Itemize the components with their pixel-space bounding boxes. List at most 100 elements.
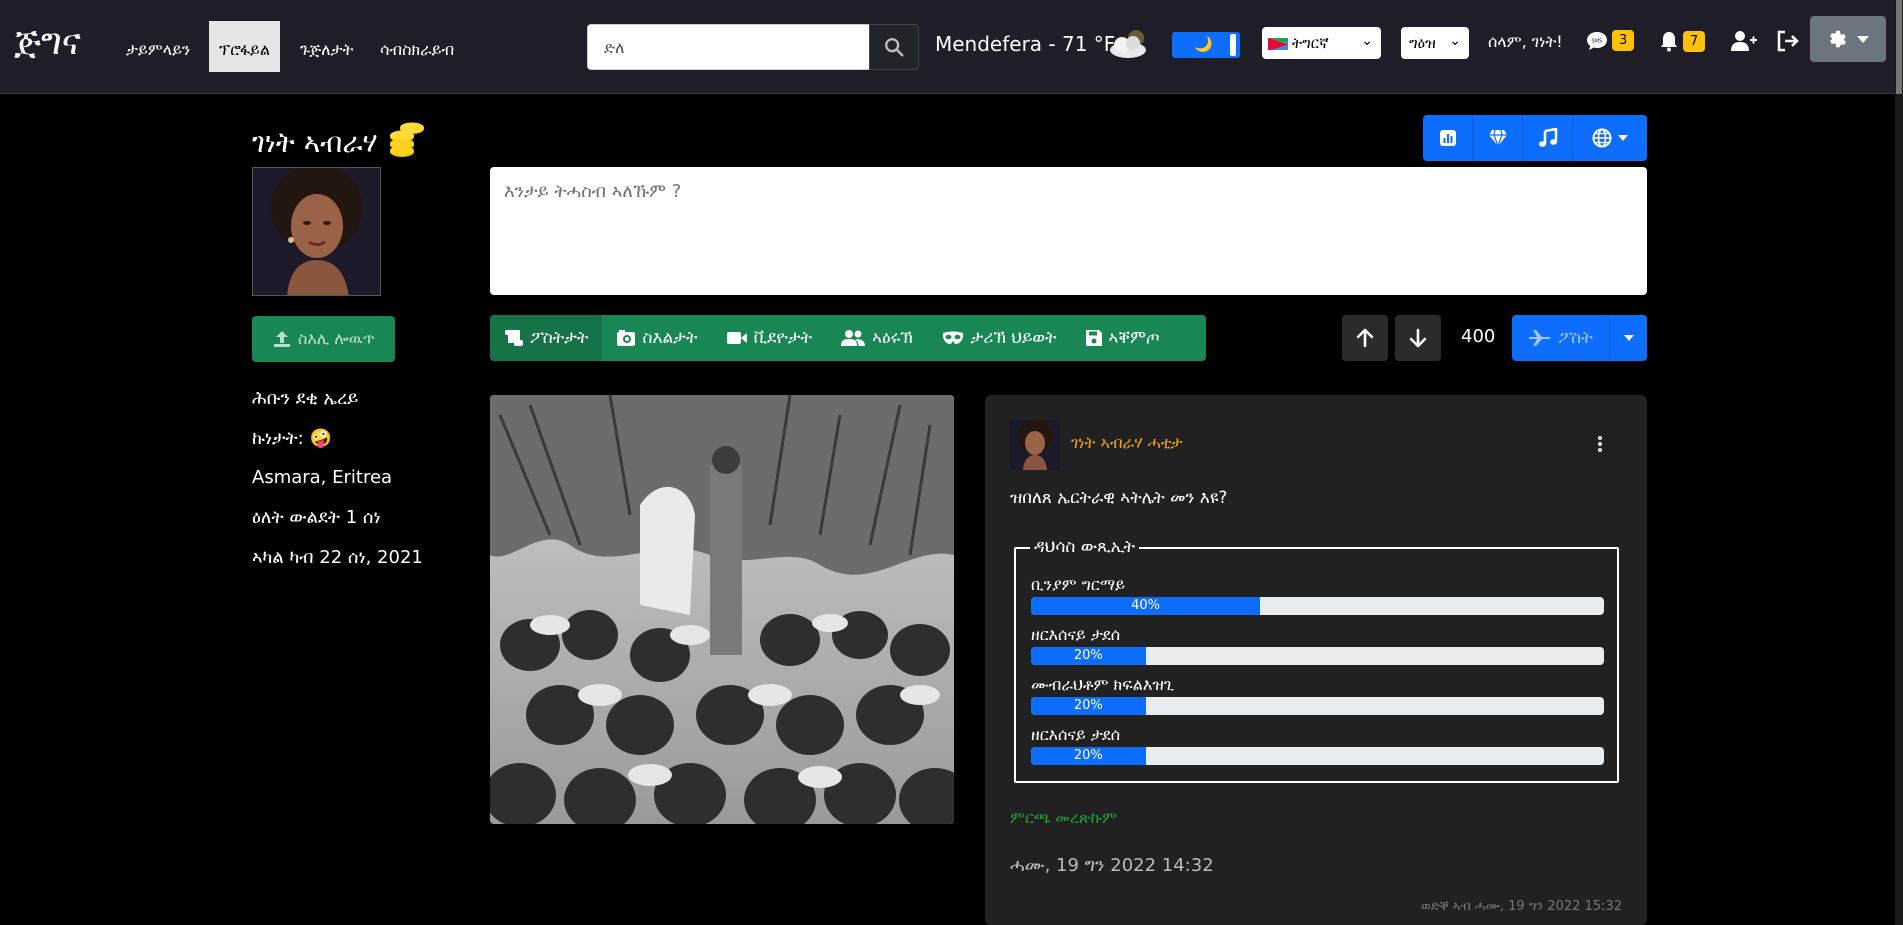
scrollbar-thumb[interactable]	[1896, 0, 1902, 94]
coins-icon	[388, 121, 426, 164]
dark-mode-toggle[interactable]: 🌙	[1172, 32, 1240, 58]
eritrea-flag-icon	[85, 39, 107, 55]
weather-text: Mendefera - 71 °F	[935, 32, 1116, 56]
cloudy-night-icon	[1106, 28, 1152, 60]
brand-logo[interactable]: ጅግና	[14, 22, 107, 64]
search-icon	[885, 38, 904, 57]
poll-bar: 40%	[1031, 597, 1604, 615]
post-options-dropdown[interactable]	[1610, 315, 1647, 361]
brand-text: ጅግና	[14, 22, 81, 63]
camera-icon	[617, 330, 636, 346]
tab-photos-label: ስእልታት	[642, 328, 698, 348]
users-icon	[841, 330, 866, 346]
top-navbar: ጅግና ታይምላይን ፕሮፋይል ጉጅለታት ሳብስክራይብ ድለ Mendef…	[0, 0, 1903, 94]
music-icon	[1538, 128, 1557, 147]
change-vote-link[interactable]: ምርጫ መረጽኩም	[1010, 808, 1117, 828]
sort-up-button[interactable]	[1342, 315, 1388, 361]
poll-bar: 20%	[1031, 747, 1604, 765]
tab-videos[interactable]: ቪደዮታት	[712, 315, 827, 361]
upload-icon	[274, 331, 291, 347]
author-avatar[interactable]	[1010, 420, 1060, 470]
post-photo[interactable]	[490, 395, 954, 824]
caret-down-icon	[1623, 335, 1634, 341]
poll-question: ዝበለጸ ኤርትራዊ ኣትሌት መን እዩ?	[1010, 488, 1228, 508]
tab-biography-label: ታሪኽ ህይወት	[970, 328, 1057, 348]
poll-option[interactable]: ዘርእሰናይ ታደሰ 20%	[1031, 625, 1604, 665]
poll-results: ዳህሳስ ውጺኢት ቢንያም ግርማይ 40% ዘርእሰናይ ታደሰ 20% ሙ…	[1014, 537, 1619, 783]
profile-name: ገነት ኣብራሃ	[252, 121, 426, 164]
moon-icon: 🌙	[1194, 35, 1213, 53]
search-button[interactable]	[869, 24, 919, 70]
plane-icon	[1529, 330, 1551, 346]
poll-option[interactable]: ዘርእሰናይ ታደሰ 20%	[1031, 725, 1604, 765]
poll-title: ዳህሳስ ውጺኢት	[1030, 537, 1139, 557]
settings-dropdown-button[interactable]	[1810, 16, 1886, 62]
search-input[interactable]: ድለ	[587, 24, 870, 70]
caret-down-icon	[1857, 35, 1869, 43]
post-button-group: ፖስት	[1512, 315, 1647, 361]
post-author[interactable]: ገነት ኣብራሃ ሓቲታ	[1071, 433, 1183, 453]
greeting-text: ሰላም, ገነት!	[1488, 32, 1563, 51]
upload-label: ስእሊ ሎዉጥ	[298, 329, 375, 348]
premium-button[interactable]	[1473, 115, 1523, 161]
poll-option-label: ዘርእሰናይ ታደሰ	[1031, 625, 1121, 644]
poll-option-label: ቢንያም ግርማይ	[1031, 575, 1126, 594]
profile-avatar	[252, 167, 381, 296]
tab-saved-label: ኣቐምጦ	[1108, 328, 1160, 348]
post-button[interactable]: ፖስት	[1512, 315, 1610, 361]
info-member-since: ኣካል ካብ 22 ሰነ, 2021	[252, 547, 423, 568]
tab-photos[interactable]: ስእልታት	[602, 315, 711, 361]
more-options-icon[interactable]	[1597, 435, 1603, 457]
chart-icon	[1439, 130, 1456, 146]
poll-option[interactable]: ቢንያም ግርማይ 40%	[1031, 575, 1604, 615]
post-textarea[interactable]: እንታይ ትሓስብ ኣለኹም ?	[490, 167, 1647, 295]
poll-bar: 20%	[1031, 647, 1604, 665]
nav-link-timeline[interactable]: ታይምላይን	[116, 21, 200, 72]
tab-videos-label: ቪደዮታት	[753, 328, 813, 348]
script-value: ግዕዝ	[1409, 34, 1436, 52]
poll-option[interactable]: ሙብራህቶም ክፍልእዝጊ 20%	[1031, 675, 1604, 715]
add-friend-icon[interactable]	[1731, 30, 1757, 56]
gear-icon	[1830, 30, 1846, 48]
arrow-up-icon	[1356, 328, 1374, 348]
tab-posts-label: ፖስትታት	[530, 328, 589, 348]
nav-link-subscribe[interactable]: ሳብስክራይብ	[370, 21, 464, 72]
view-toolbar	[1423, 115, 1647, 161]
messages-badge: 3	[1612, 30, 1635, 51]
page-scrollbar[interactable]	[1895, 0, 1903, 925]
tab-saved[interactable]: ኣቐምጦ	[1071, 315, 1174, 361]
script-select[interactable]: ግዕዝ ⌄	[1401, 27, 1469, 59]
stats-button[interactable]	[1423, 115, 1473, 161]
poll-option-label: ሙብራህቶም ክፍልእዝጊ	[1031, 675, 1175, 694]
profile-tabs: ፖስትታት ስእልታት ቪደዮታት ኣዕሩኽ ታሪኽ ህይወት ኣቐምጦ	[490, 315, 1206, 361]
logout-icon[interactable]	[1776, 30, 1800, 56]
visibility-dropdown-button[interactable]	[1573, 115, 1647, 161]
toggle-knob	[1230, 34, 1236, 56]
poll-bar-fill: 20%	[1031, 747, 1146, 765]
tab-biography[interactable]: ታሪኽ ህይወት	[927, 315, 1071, 361]
arrow-down-icon	[1409, 328, 1427, 348]
messages-button[interactable]: SMS 3	[1586, 30, 1635, 51]
nav-link-profile[interactable]: ፕሮፋይል	[209, 21, 280, 72]
nav-link-groups[interactable]: ጉጅለታት	[290, 21, 363, 72]
tab-posts[interactable]: ፖስትታት	[490, 315, 603, 361]
poll-option-label: ዘርእሰናይ ታደሰ	[1031, 725, 1121, 744]
info-relationship: ሕቡን ደቂ ኤረይ	[252, 388, 359, 409]
tab-friends[interactable]: ኣዕሩኽ	[826, 315, 927, 361]
music-button[interactable]	[1523, 115, 1573, 161]
tab-friends-label: ኣዕሩኽ	[872, 328, 913, 348]
language-select[interactable]: ትግርኛ ⌄	[1262, 27, 1381, 59]
character-count: 400	[1461, 326, 1496, 347]
profile-name-text: ገነት ኣብራሃ	[252, 125, 378, 159]
diamond-icon	[1488, 129, 1507, 147]
info-location: Asmara, Eritrea	[252, 467, 393, 488]
svg-text:SMS: SMS	[1592, 38, 1603, 44]
globe-icon	[1592, 128, 1612, 148]
poll-bar: 20%	[1031, 697, 1604, 715]
language-value: ትግርኛ	[1292, 34, 1329, 52]
caret-down-icon	[1618, 135, 1628, 141]
upload-photo-button[interactable]: ስእሊ ሎዉጥ	[252, 316, 395, 362]
sms-icon: SMS	[1587, 31, 1607, 50]
notifications-button[interactable]: 7	[1659, 30, 1706, 52]
sort-down-button[interactable]	[1395, 315, 1441, 361]
